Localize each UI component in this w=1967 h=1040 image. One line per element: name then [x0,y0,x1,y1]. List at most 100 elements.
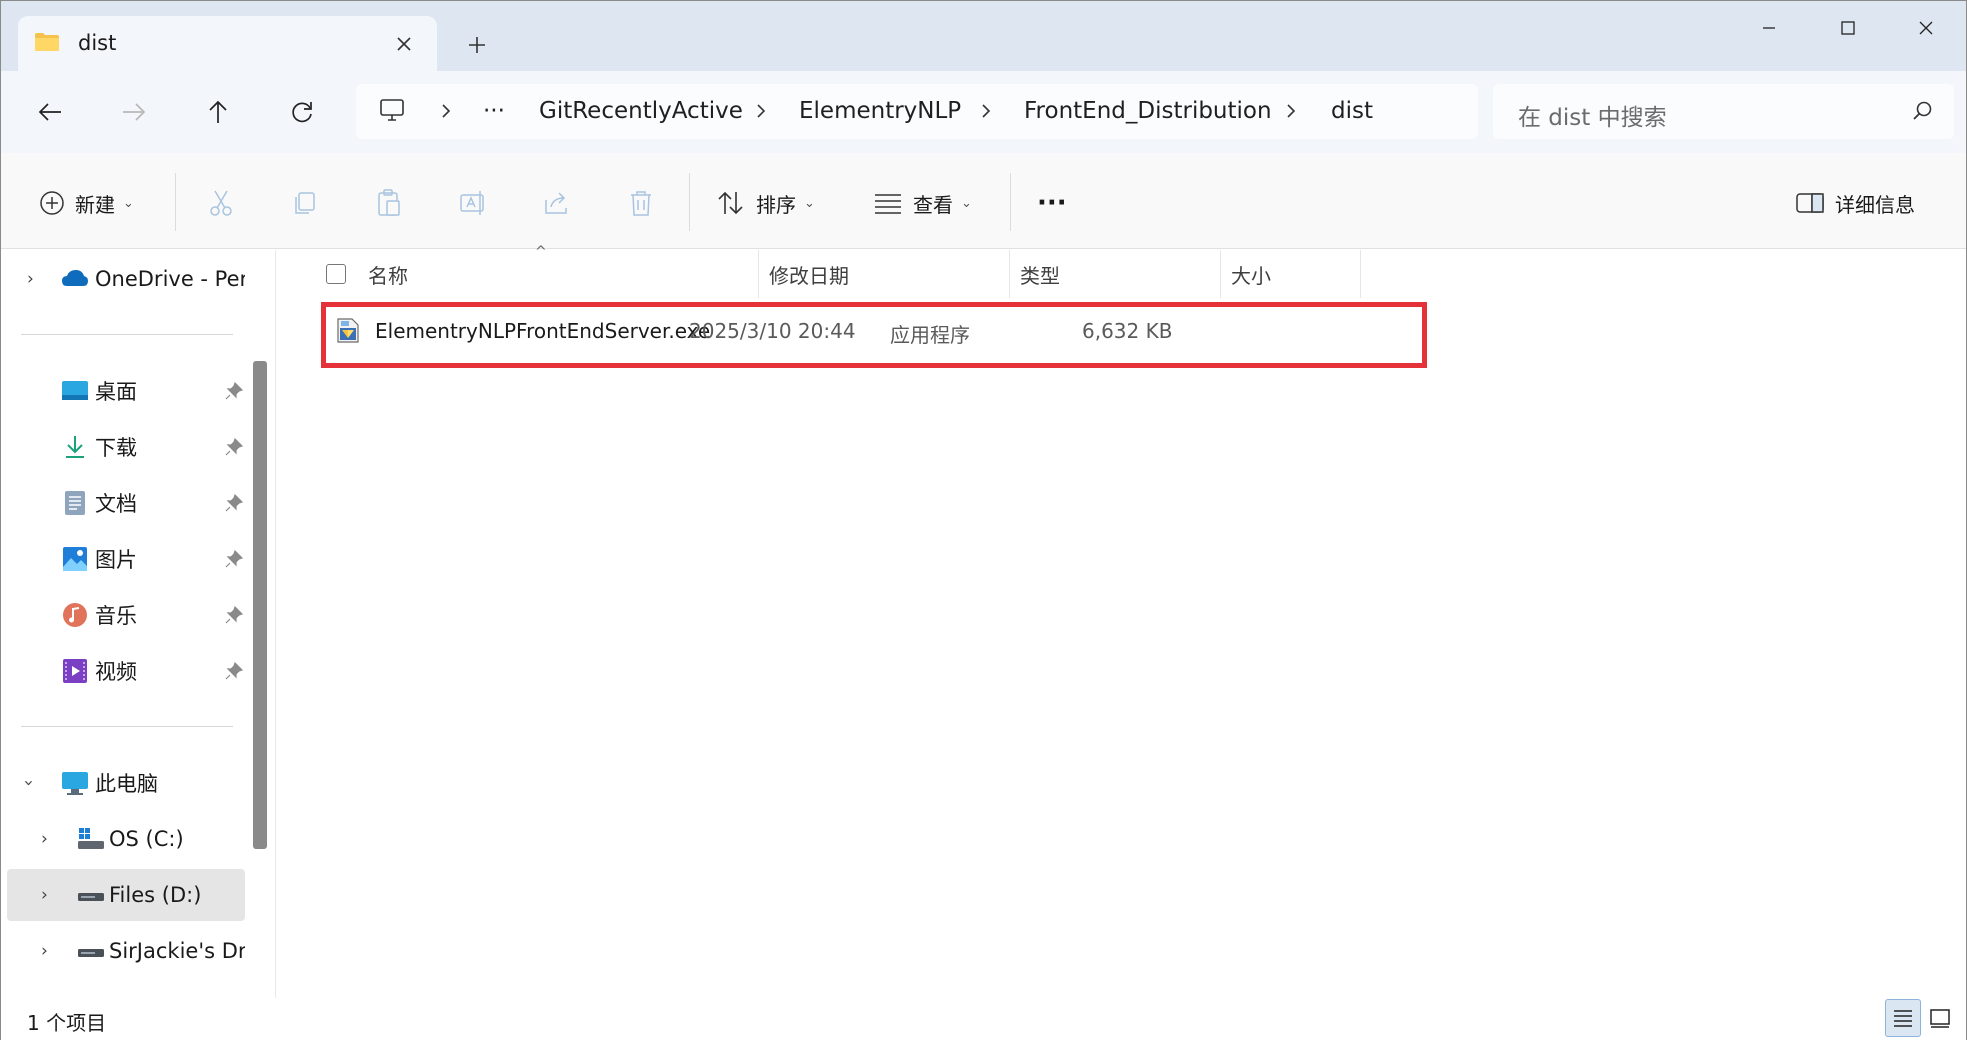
nav-label: 视频 [95,660,137,684]
divider [689,173,690,231]
cut-button[interactable] [206,183,236,223]
nav-item-music[interactable]: 音乐 [7,589,245,641]
search-placeholder: 在 dist 中搜索 [1518,105,1667,131]
divider [1010,173,1011,231]
view-list-icon [875,194,901,214]
select-all-checkbox[interactable] [326,264,346,284]
nav-item-drive-d[interactable]: › Files (D:) [7,869,245,921]
details-pane-button[interactable]: 详细信息 [1795,183,1915,223]
column-divider[interactable] [1220,250,1221,298]
paste-icon [378,189,400,216]
breadcrumb-elementrynlp[interactable]: ElementryNLP [799,98,961,124]
nav-item-this-pc[interactable]: › 此电脑 [7,757,245,809]
paste-button[interactable] [374,183,404,223]
video-icon [63,659,87,683]
arrow-left-icon [38,103,61,121]
pin-icon[interactable] [225,550,243,568]
search-icon [1913,101,1932,120]
new-tab-icon[interactable] [463,31,491,59]
nav-item-documents[interactable]: 文档 [7,477,245,529]
chevron-right-icon [982,104,991,118]
cut-icon [210,190,232,216]
pictures-icon [63,547,87,571]
pin-icon[interactable] [225,662,243,680]
back-button[interactable] [33,95,67,129]
nav-item-desktop[interactable]: 桌面 [7,365,245,417]
column-label: 名称 [368,263,408,288]
share-button[interactable] [542,183,572,223]
column-divider[interactable] [758,250,759,298]
nav-item-network-drive[interactable]: › SirJackie's Dri [7,925,245,977]
rename-button[interactable] [458,183,488,223]
tiles-view-button[interactable] [1922,999,1958,1037]
nav-label: SirJackie's Dri [109,939,245,963]
more-options-button[interactable]: ··· [1037,183,1067,223]
breadcrumb-gitrecentlyactive[interactable]: GitRecentlyActive [539,98,743,124]
details-label: 详细信息 [1835,192,1915,217]
pin-icon[interactable] [225,606,243,624]
column-header-size[interactable]: 大小 [1231,250,1271,298]
details-view-icon [1894,1010,1912,1027]
view-button[interactable]: 查看 ⌄ [873,183,972,223]
column-divider[interactable] [1360,250,1361,298]
refresh-button[interactable] [285,95,319,129]
chevron-down-icon[interactable]: › [18,780,38,787]
address-bar[interactable]: ··· GitRecentlyActive ElementryNLP Front… [356,84,1478,139]
folder-icon [35,33,59,51]
nav-label: OneDrive - Per [95,267,245,291]
nav-item-pictures[interactable]: 图片 [7,533,245,585]
refresh-icon [292,102,312,123]
maximize-icon[interactable] [1828,13,1868,43]
chevron-right-icon [442,104,451,118]
details-view-button[interactable] [1885,999,1921,1037]
nav-label: OS (C:) [109,827,184,851]
tab-dist[interactable]: dist [18,16,437,72]
highlight-box [321,302,1427,368]
chevron-right-icon[interactable]: › [41,885,48,905]
breadcrumb-overflow[interactable]: ··· [483,98,505,124]
column-header-type[interactable]: 类型 [1020,250,1060,298]
nav-scrollbar[interactable] [253,361,267,849]
download-icon [66,436,84,458]
search-input[interactable]: 在 dist 中搜索 [1493,84,1954,139]
drive-icon [78,893,104,901]
copy-button[interactable] [290,183,320,223]
pin-icon[interactable] [225,438,243,456]
minimize-icon[interactable] [1749,13,1789,43]
navigation-pane: › OneDrive - Per 桌面 下载 文档 图片 音乐 视频 › 此电脑… [1,250,273,998]
nav-item-onedrive[interactable]: › OneDrive - Per [7,253,245,305]
pin-icon[interactable] [225,382,243,400]
arrow-right-icon [123,103,146,121]
nav-item-videos[interactable]: 视频 [7,645,245,697]
file-explorer-window: dist ··· GitRecentlyActive ElementryNLP … [0,0,1967,1040]
close-tab-icon[interactable] [390,30,418,58]
chevron-down-icon: ⌄ [123,195,134,211]
sort-button[interactable]: 排序 ⌄ [716,183,815,223]
column-label: 大小 [1231,263,1271,288]
file-list: ^ 名称 修改日期 类型 大小 ElementryNLPFrontEndServ… [276,244,1966,998]
chevron-right-icon[interactable]: › [41,941,48,961]
delete-button[interactable] [626,183,656,223]
column-divider[interactable] [1009,250,1010,298]
pin-icon[interactable] [225,494,243,512]
arrow-up-icon [209,100,227,123]
windows-drive-icon [78,828,104,849]
column-header-name[interactable]: 名称 [368,250,408,298]
nav-label: 桌面 [95,380,137,404]
forward-button[interactable] [117,95,151,129]
chevron-right-icon[interactable]: › [27,269,34,289]
column-header-date[interactable]: 修改日期 [769,250,849,298]
music-icon [63,603,87,627]
column-label: 类型 [1020,263,1060,288]
chevron-right-icon[interactable]: › [41,829,48,849]
up-button[interactable] [201,95,235,129]
close-window-icon[interactable] [1906,13,1946,43]
breadcrumb-frontend-distribution[interactable]: FrontEnd_Distribution [1024,98,1272,124]
chevron-down-icon: ⌄ [804,195,815,211]
new-button[interactable]: 新建 ⌄ [39,183,134,223]
nav-item-downloads[interactable]: 下载 [7,421,245,473]
trash-icon [631,191,651,216]
breadcrumb-dist[interactable]: dist [1331,98,1373,124]
divider [21,334,233,335]
nav-item-drive-c[interactable]: › OS (C:) [7,813,245,865]
